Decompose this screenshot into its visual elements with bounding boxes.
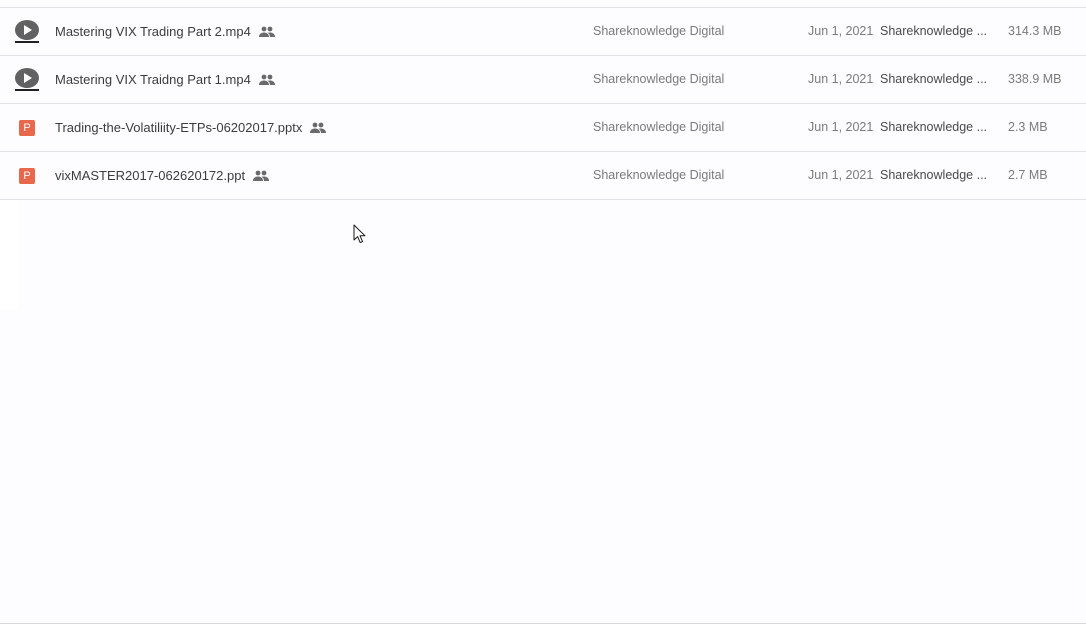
- file-name[interactable]: Trading-the-Volatiliity-ETPs-06202017.pp…: [55, 120, 302, 135]
- drive-file-list-page: Mastering VIX Trading Part 2.mp4 Sharekn…: [0, 0, 1086, 624]
- file-row[interactable]: P vixMASTER2017-062620172.ppt Shareknowl…: [0, 152, 1086, 200]
- slides-file-icon: P: [19, 120, 35, 136]
- file-row[interactable]: P Trading-the-Volatiliity-ETPs-06202017.…: [0, 104, 1086, 152]
- file-owner: Shareknowledge Digital: [593, 120, 725, 134]
- mouse-pointer-icon: [353, 224, 366, 244]
- file-row[interactable]: Mastering VIX Trading Part 2.mp4 Sharekn…: [0, 8, 1086, 56]
- file-size: 338.9 MB: [1008, 72, 1062, 86]
- file-name[interactable]: Mastering VIX Trading Part 2.mp4: [55, 24, 251, 39]
- file-date: Jun 1, 2021: [808, 168, 874, 182]
- file-modified-by: Shareknowledge ...: [880, 168, 988, 182]
- file-owner: Shareknowledge Digital: [593, 24, 725, 38]
- people-icon: [310, 122, 327, 133]
- file-owner: Shareknowledge Digital: [593, 168, 725, 182]
- slides-file-icon: P: [19, 168, 35, 184]
- file-size: 2.3 MB: [1008, 120, 1048, 134]
- people-icon: [253, 170, 270, 181]
- video-file-icon: [15, 20, 39, 44]
- left-edge-strip: [0, 200, 18, 310]
- file-modified-by: Shareknowledge ...: [880, 120, 988, 134]
- file-size: 2.7 MB: [1008, 168, 1048, 182]
- file-date: Jun 1, 2021: [808, 24, 874, 38]
- people-icon: [258, 26, 275, 37]
- file-size: 314.3 MB: [1008, 24, 1062, 38]
- file-date: Jun 1, 2021: [808, 72, 874, 86]
- people-icon: [258, 74, 275, 85]
- video-file-icon: [15, 68, 39, 92]
- file-date: Jun 1, 2021: [808, 120, 874, 134]
- file-row[interactable]: Mastering VIX Traidng Part 1.mp4 Sharekn…: [0, 56, 1086, 104]
- file-name[interactable]: vixMASTER2017-062620172.ppt: [55, 168, 245, 183]
- file-name[interactable]: Mastering VIX Traidng Part 1.mp4: [55, 72, 251, 87]
- file-modified-by: Shareknowledge ...: [880, 24, 988, 38]
- file-list: Mastering VIX Trading Part 2.mp4 Sharekn…: [0, 7, 1086, 200]
- file-modified-by: Shareknowledge ...: [880, 72, 988, 86]
- file-owner: Shareknowledge Digital: [593, 72, 725, 86]
